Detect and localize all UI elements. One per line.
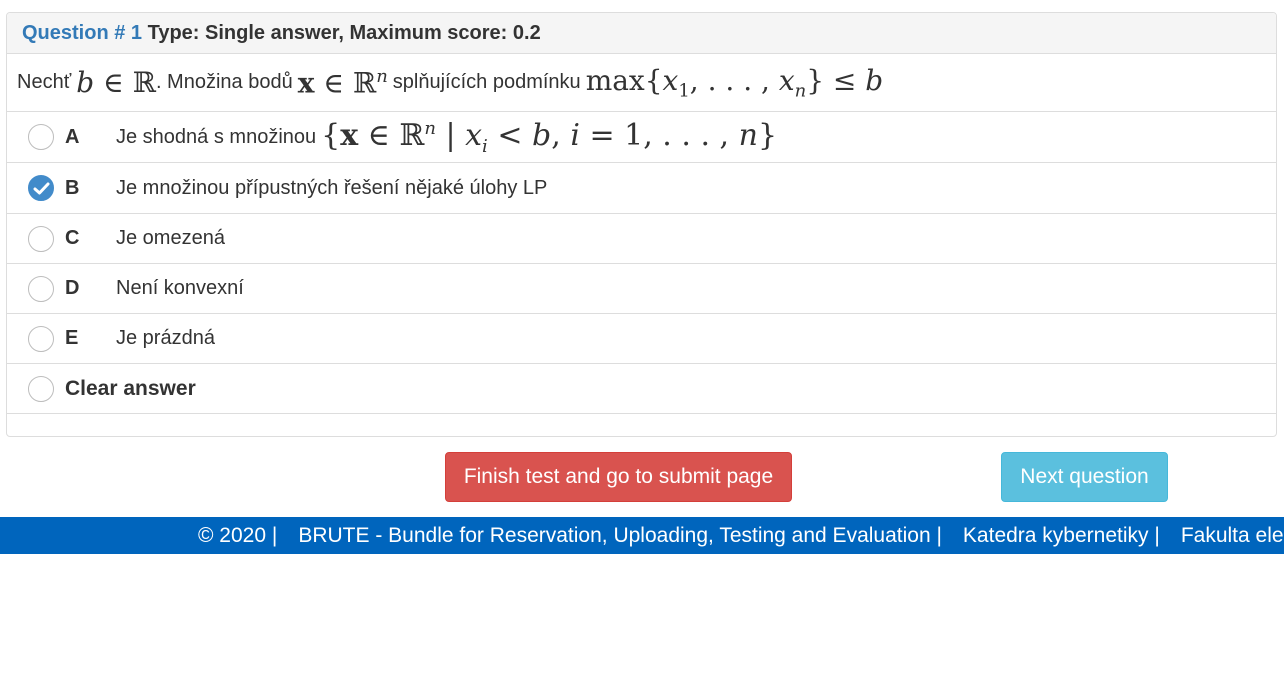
option-c-text: Je omezená bbox=[116, 227, 225, 249]
question-panel: Question # 1 Type: Single answer, Maximu… bbox=[6, 12, 1277, 437]
footer-faculty-link[interactable]: Fakulta ele bbox=[1181, 524, 1284, 548]
option-d-text: Není konvexní bbox=[116, 277, 244, 299]
question-text-prefix: Nechť bbox=[17, 71, 72, 93]
question-text-suffix: splňujících podmínku bbox=[392, 71, 581, 93]
clear-answer-label: Clear answer bbox=[65, 376, 196, 400]
footer-brute-link[interactable]: BRUTE - Bundle for Reservation, Uploadin… bbox=[298, 524, 942, 548]
question-text-middle: . Množina bodů bbox=[155, 71, 293, 93]
question-header: Question # 1 Type: Single answer, Maximu… bbox=[7, 13, 1276, 54]
option-d-letter: D bbox=[65, 277, 80, 299]
option-a-letter: A bbox=[65, 125, 80, 148]
option-a-text-wrap: Je shodná s množinou {x ∈ ℝn | xi < b, i… bbox=[116, 118, 782, 157]
option-b[interactable]: B Je množinou přípustných řešení nějaké … bbox=[7, 163, 1276, 214]
option-d-radio[interactable] bbox=[28, 275, 54, 302]
footer-department-link[interactable]: Katedra kybernetiky | bbox=[963, 524, 1160, 548]
math-b-in-reals: b ∈ ℝ bbox=[76, 66, 156, 99]
question-type: Type: Single answer, Maximum score: 0.2 bbox=[147, 22, 541, 44]
math-x-in-rn: x ∈ ℝn bbox=[297, 65, 388, 100]
option-d[interactable]: D Není konvexní bbox=[7, 264, 1276, 314]
clear-answer-radio[interactable] bbox=[28, 375, 54, 402]
option-a-radio[interactable] bbox=[28, 124, 54, 150]
check-icon bbox=[33, 182, 50, 195]
question-text: Nechť b ∈ ℝ . Množina bodů x ∈ ℝn splňuj… bbox=[7, 54, 1276, 112]
option-b-radio[interactable] bbox=[28, 175, 54, 201]
option-e[interactable]: E Je prázdná bbox=[7, 314, 1276, 364]
option-b-letter: B bbox=[65, 176, 80, 199]
question-number: Question # 1 bbox=[22, 22, 143, 44]
next-question-button[interactable]: Next question bbox=[1001, 452, 1168, 502]
option-e-text: Je prázdná bbox=[116, 327, 215, 349]
option-a[interactable]: A Je shodná s množinou {x ∈ ℝn | xi < b,… bbox=[7, 112, 1276, 163]
math-condition: max{x1, . . . , xn} ≤ b bbox=[585, 63, 884, 102]
footer-copyright: © 2020 | bbox=[198, 523, 278, 547]
finish-test-button[interactable]: Finish test and go to submit page bbox=[445, 452, 792, 502]
option-c-radio[interactable] bbox=[28, 225, 54, 252]
option-a-math: {x ∈ ℝn | xi < b, i = 1, . . . , n} bbox=[321, 117, 778, 157]
option-e-radio[interactable] bbox=[28, 325, 54, 352]
option-c[interactable]: C Je omezená bbox=[7, 214, 1276, 264]
clear-answer-option[interactable]: Clear answer bbox=[7, 364, 1276, 414]
option-e-letter: E bbox=[65, 327, 79, 349]
footer: © 2020 | BRUTE - Bundle for Reservation,… bbox=[0, 517, 1284, 554]
option-c-letter: C bbox=[65, 227, 80, 249]
option-a-text: Je shodná s množinou bbox=[116, 125, 317, 148]
option-b-text: Je množinou přípustných řešení nějaké úl… bbox=[116, 176, 548, 199]
